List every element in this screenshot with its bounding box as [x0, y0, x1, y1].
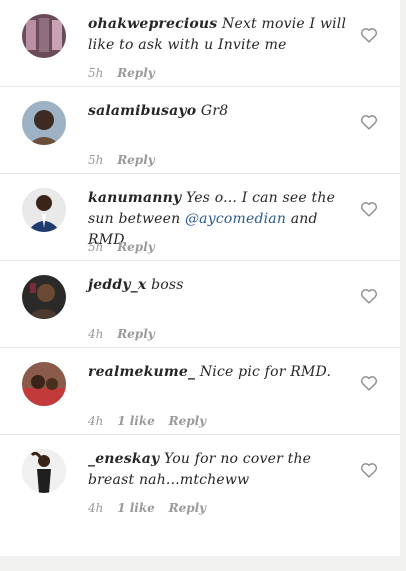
reply-button[interactable]: Reply	[117, 240, 155, 254]
reply-button[interactable]: Reply	[169, 501, 207, 515]
comment-username[interactable]: jeddy_x	[88, 277, 146, 293]
comment-meta: 5h Reply	[88, 66, 165, 80]
heart-outline-icon[interactable]	[360, 462, 378, 478]
comment-time: 5h	[88, 240, 104, 254]
comment-body: Gr8	[196, 103, 229, 119]
comment-text: realmekume_ Nice pic for RMD.	[88, 362, 353, 383]
comment-body: Nice pic for RMD.	[195, 364, 332, 380]
likes-count[interactable]: 1 like	[117, 501, 155, 515]
heart-outline-icon[interactable]	[360, 375, 378, 391]
heart-outline-icon[interactable]	[360, 114, 378, 130]
avatar[interactable]	[22, 101, 66, 145]
comment-meta: 5h Reply	[88, 153, 165, 167]
reply-button[interactable]: Reply	[117, 327, 155, 341]
avatar[interactable]	[22, 275, 66, 319]
comment-meta: 4h Reply	[88, 327, 165, 341]
comment-time: 4h	[88, 501, 104, 515]
comment-username[interactable]: _eneskay	[88, 451, 159, 467]
comment-text: ohakweprecious Next movie I will like to…	[88, 14, 353, 56]
comment-meta: 4h 1 like Reply	[88, 501, 216, 515]
heart-outline-icon[interactable]	[360, 201, 378, 217]
comment-item: ohakweprecious Next movie I will like to…	[0, 0, 400, 87]
comment-username[interactable]: realmekume_	[88, 364, 195, 380]
comment-text: jeddy_x boss	[88, 275, 353, 296]
avatar[interactable]	[22, 362, 66, 406]
heart-outline-icon[interactable]	[360, 288, 378, 304]
comment-time: 5h	[88, 153, 104, 167]
comment-time: 5h	[88, 66, 104, 80]
mention-link[interactable]: @aycomedian	[185, 211, 286, 227]
comment-meta: 4h 1 like Reply	[88, 414, 216, 428]
comment-item: salamibusayo Gr8 5h Reply	[0, 87, 400, 174]
likes-count[interactable]: 1 like	[117, 414, 155, 428]
avatar[interactable]	[22, 188, 66, 232]
reply-button[interactable]: Reply	[117, 153, 155, 167]
avatar[interactable]	[22, 449, 66, 493]
comment-username[interactable]: kanumanny	[88, 190, 181, 206]
comment-item: realmekume_ Nice pic for RMD. 4h 1 like …	[0, 348, 400, 435]
comments-list: ohakweprecious Next movie I will like to…	[0, 0, 400, 556]
comment-text: salamibusayo Gr8	[88, 101, 353, 122]
avatar[interactable]	[22, 14, 66, 58]
comment-text: _eneskay You for no cover the breast nah…	[88, 449, 353, 491]
comment-meta: 5h Reply	[88, 240, 165, 254]
comment-item: kanumanny Yes o... I can see the sun bet…	[0, 174, 400, 261]
comment-item: _eneskay You for no cover the breast nah…	[0, 435, 400, 522]
comment-time: 4h	[88, 327, 104, 341]
heart-outline-icon[interactable]	[360, 27, 378, 43]
comment-time: 4h	[88, 414, 104, 428]
comment-username[interactable]: salamibusayo	[88, 103, 196, 119]
comment-username[interactable]: ohakweprecious	[88, 16, 217, 32]
comment-body: boss	[146, 277, 184, 293]
comment-item: jeddy_x boss 4h Reply	[0, 261, 400, 348]
reply-button[interactable]: Reply	[169, 414, 207, 428]
reply-button[interactable]: Reply	[117, 66, 155, 80]
